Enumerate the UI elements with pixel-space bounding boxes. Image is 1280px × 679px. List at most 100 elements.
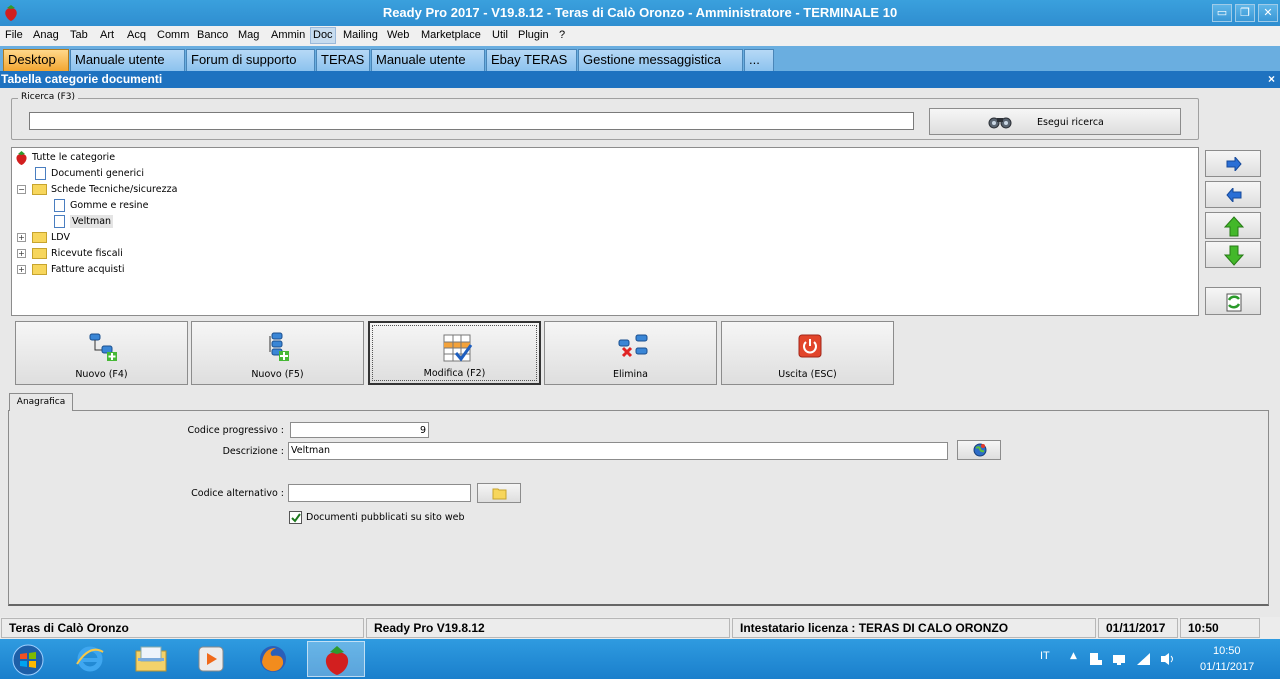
arrow-left-icon [1226,188,1242,202]
strawberry-icon [16,151,27,165]
wifi-icon[interactable] [1136,652,1152,666]
tree-item-label: LDV [51,232,70,243]
move-right-button[interactable] [1205,150,1261,177]
menu-comm[interactable]: Comm [157,29,189,41]
codice-progressivo-field[interactable]: 9 [290,422,429,438]
panel-header: Tabella categorie documenti × [0,71,1280,88]
exit-button[interactable]: Uscita (ESC) [721,321,894,385]
menu-plugin[interactable]: Plugin [518,29,549,41]
action-center-icon[interactable] [1088,652,1102,666]
menu-tab[interactable]: Tab [70,29,88,41]
panel-close-button[interactable]: × [1268,71,1275,88]
network-icon[interactable] [1112,652,1126,666]
tree-collapse-toggle[interactable]: − [17,185,26,194]
search-button[interactable]: Esegui ricerca [929,108,1181,135]
tree-item-veltman[interactable]: Veltman [54,214,114,229]
start-button[interactable] [2,641,54,677]
globe-icon [973,443,987,457]
new-f5-label: Nuovo (F5) [251,369,304,380]
move-left-button[interactable] [1205,181,1261,208]
menu-mag[interactable]: Mag [238,29,259,41]
tree-expand-toggle[interactable]: + [17,265,26,274]
folder-icon [32,232,47,243]
document-tab-bar: Desktop Manuale utente Forum di supporto… [0,46,1280,71]
codice-progressivo-label: Codice progressivo : [187,425,284,436]
tree-item-label-selected: Veltman [70,215,114,228]
tray-time[interactable]: 10:50 [1213,645,1241,657]
taskbar-explorer[interactable] [122,641,180,677]
minimize-button[interactable]: ▭ [1212,4,1232,22]
menu-anag[interactable]: Anag [33,29,59,41]
menu-help[interactable]: ? [559,29,565,41]
codice-alternativo-label: Codice alternativo : [191,488,284,499]
published-checkbox[interactable] [289,511,302,524]
taskbar-readypro[interactable] [307,641,365,677]
tab-teras[interactable]: TERAS [316,49,370,71]
document-icon [54,199,65,212]
status-bar: Teras di Calò Oronzo Ready Pro V19.8.12 … [0,617,1280,639]
menu-art[interactable]: Art [100,29,114,41]
tree-root[interactable]: Tutte le categorie [15,150,115,165]
move-up-button[interactable] [1205,212,1261,239]
delete-label: Elimina [612,369,649,380]
tab-manuale-utente[interactable]: Manuale utente [70,49,185,71]
menu-mailing[interactable]: Mailing [343,29,378,41]
arrow-up-icon [1224,216,1244,237]
binoculars-icon [988,117,1012,129]
volume-icon[interactable] [1160,652,1176,666]
menu-util[interactable]: Util [492,29,508,41]
folder-icon [32,264,47,275]
tab-manuale-utente-2[interactable]: Manuale utente [371,49,485,71]
descrizione-label: Descrizione : [222,446,284,457]
taskbar-firefox[interactable] [245,641,303,677]
tree-item-fatture-acquisti[interactable]: Fatture acquisti [32,262,125,277]
tray-date[interactable]: 01/11/2017 [1200,661,1254,673]
tree-expand-toggle[interactable]: + [17,233,26,242]
codice-alternativo-field[interactable] [288,484,471,502]
new-f5-button[interactable]: Nuovo (F5) [191,321,364,385]
firefox-icon [260,646,286,672]
search-input[interactable] [29,112,914,130]
menu-doc[interactable]: Doc [310,27,336,44]
taskbar-media-player[interactable] [182,641,240,677]
restore-button[interactable]: ❐ [1235,4,1255,22]
tab-desktop[interactable]: Desktop [3,49,69,71]
refresh-button[interactable] [1205,287,1261,315]
tab-forum-supporto[interactable]: Forum di supporto [186,49,315,71]
delete-node-icon [618,334,648,358]
menu-acq[interactable]: Acq [127,29,146,41]
delete-button[interactable]: Elimina [544,321,717,385]
tab-gestione-messaggistica[interactable]: Gestione messaggistica [578,49,743,71]
menu-banco[interactable]: Banco [197,29,228,41]
tree-item-label: Schede Tecniche/sicurezza [51,184,178,195]
tree-item-gomme-resine[interactable]: Gomme e resine [54,198,148,213]
tray-expand-icon[interactable]: ▲ [1070,651,1077,661]
document-icon [35,167,46,180]
tree-item-documenti-generici[interactable]: Documenti generici [35,166,144,181]
tree-item-ldv[interactable]: LDV [32,230,70,245]
refresh-icon [1226,293,1242,312]
tab-anagrafica[interactable]: Anagrafica [9,393,73,411]
tree-item-label: Documenti generici [51,168,145,179]
close-button[interactable]: ✕ [1258,4,1278,22]
category-tree[interactable]: Tutte le categorie Documenti generici − … [11,147,1199,316]
exit-label: Uscita (ESC) [778,369,837,380]
modify-button[interactable]: Modifica (F2) [368,321,541,385]
new-f4-button[interactable]: Nuovo (F4) [15,321,188,385]
translate-button[interactable] [957,440,1001,460]
tab-more[interactable]: ... [744,49,774,71]
tree-expand-toggle[interactable]: + [17,249,26,258]
status-time: 10:50 [1180,618,1260,638]
menu-file[interactable]: File [5,29,23,41]
tree-item-ricevute-fiscali[interactable]: Ricevute fiscali [32,246,123,261]
move-down-button[interactable] [1205,241,1261,268]
menu-web[interactable]: Web [387,29,409,41]
menu-marketplace[interactable]: Marketplace [421,29,481,41]
tree-item-schede-tecniche[interactable]: Schede Tecniche/sicurezza [32,182,177,197]
menu-ammin[interactable]: Ammin [271,29,305,41]
tab-ebay-teras[interactable]: Ebay TERAS [486,49,577,71]
taskbar-ie[interactable] [62,641,120,677]
tray-language[interactable]: IT [1040,650,1050,662]
descrizione-field[interactable]: Veltman [288,442,948,460]
browse-folder-button[interactable] [477,483,521,503]
